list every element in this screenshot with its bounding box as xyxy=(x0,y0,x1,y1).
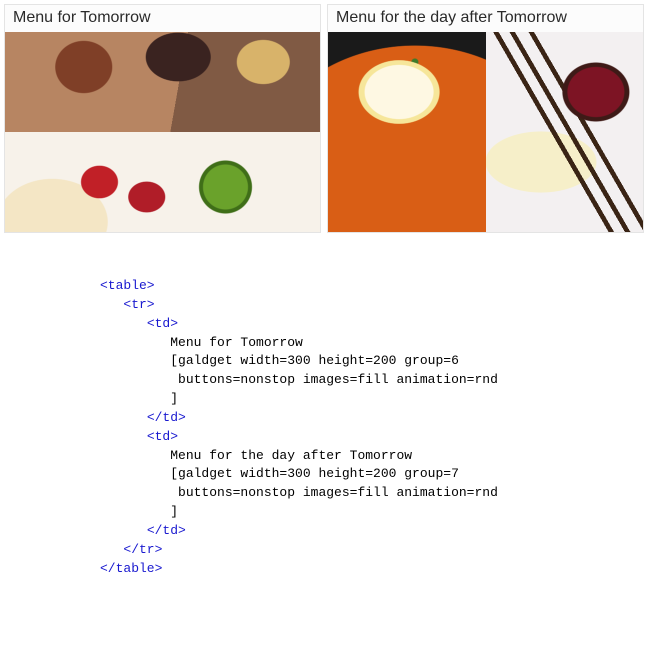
code-text: [galdget width=300 height=200 group=7 xyxy=(170,466,459,481)
code-text: buttons=nonstop images=fill animation=rn… xyxy=(170,372,498,387)
food-image-fruit-dessert xyxy=(5,132,320,232)
code-text: buttons=nonstop images=fill animation=rn… xyxy=(170,485,498,500)
code-tag: <table> xyxy=(100,278,155,293)
menu-cell-tomorrow: Menu for Tomorrow xyxy=(4,4,321,233)
menu-cell-day-after: Menu for the day after Tomorrow xyxy=(327,4,644,233)
food-image-rice-dish xyxy=(328,32,486,232)
food-image-bbq-tray xyxy=(5,32,320,132)
code-text: ] xyxy=(170,504,178,519)
menu-title-tomorrow: Menu for Tomorrow xyxy=(5,5,320,32)
code-example: <table> <tr> <td> Menu for Tomorrow [gal… xyxy=(0,237,648,609)
code-text: [galdget width=300 height=200 group=6 xyxy=(170,353,459,368)
code-text: Menu for Tomorrow xyxy=(170,335,303,350)
code-tag: </tr> xyxy=(123,542,162,557)
code-tag: </td> xyxy=(147,410,186,425)
code-tag: </td> xyxy=(147,523,186,538)
code-tag: <td> xyxy=(147,429,178,444)
code-text: ] xyxy=(170,391,178,406)
code-text: Menu for the day after Tomorrow xyxy=(170,448,412,463)
menu-gallery-day-after[interactable] xyxy=(328,32,643,232)
food-image-dessert-plate xyxy=(486,32,644,232)
code-block: <table> <tr> <td> Menu for Tomorrow [gal… xyxy=(100,277,648,579)
menu-title-day-after: Menu for the day after Tomorrow xyxy=(328,5,643,32)
code-tag: <tr> xyxy=(123,297,154,312)
menu-row: Menu for Tomorrow Menu for the day after… xyxy=(0,0,648,237)
code-tag: <td> xyxy=(147,316,178,331)
menu-gallery-tomorrow[interactable] xyxy=(5,32,320,232)
code-tag: </table> xyxy=(100,561,162,576)
